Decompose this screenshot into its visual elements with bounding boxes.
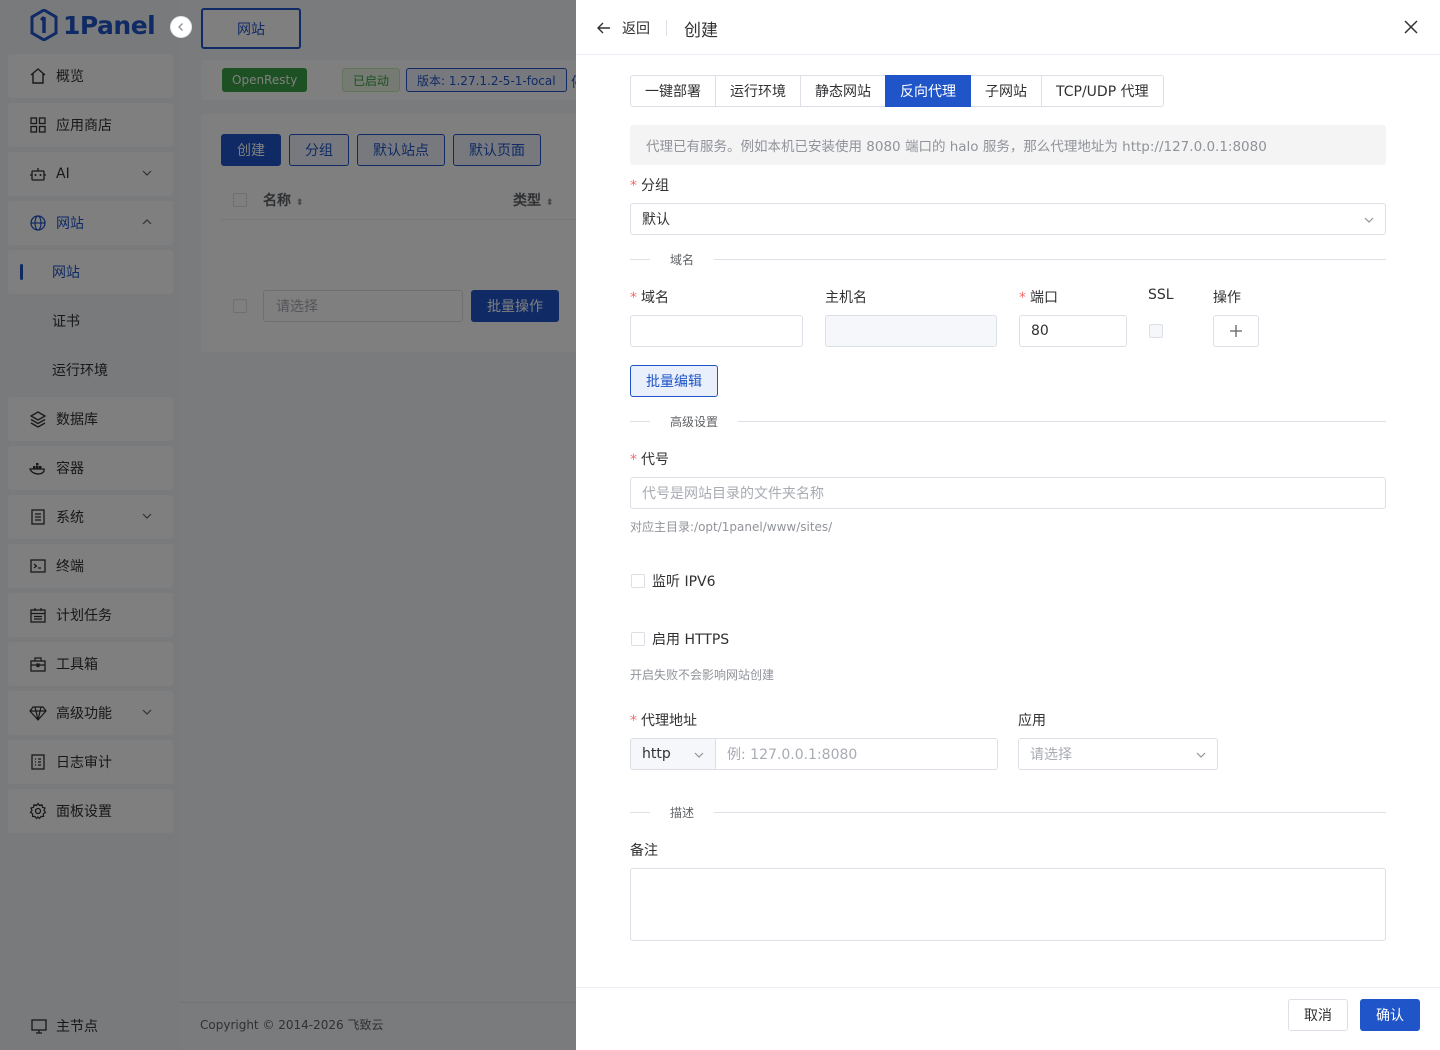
ssl-label: SSL	[1148, 287, 1174, 303]
plus-icon	[1230, 325, 1242, 337]
back-label: 返回	[622, 21, 650, 37]
proxy-info-alert: 代理已有服务。例如本机已安装使用 8080 端口的 halo 服务，那么代理地址…	[630, 125, 1386, 165]
tab-runtime[interactable]: 运行环境	[715, 75, 801, 107]
remark-textarea[interactable]	[630, 868, 1386, 941]
batch-edit-button[interactable]: 批量编辑	[630, 365, 718, 397]
alias-label-text: 代号	[641, 452, 669, 468]
alias-label: * 代号	[630, 452, 669, 468]
alias-help-text: 对应主目录:/opt/1panel/www/sites/	[630, 520, 833, 534]
port-label: * 端口	[1019, 290, 1058, 306]
proxy-scheme-select[interactable]: http	[630, 738, 716, 770]
group-value: 默认	[642, 212, 670, 228]
chevron-left-icon	[178, 23, 183, 31]
close-icon[interactable]	[1402, 18, 1420, 36]
cancel-button[interactable]: 取消	[1288, 999, 1348, 1031]
port-label-text: 端口	[1030, 290, 1058, 306]
domain-divider	[630, 259, 1386, 260]
app-label: 应用	[1018, 713, 1046, 729]
tab-static[interactable]: 静态网站	[800, 75, 886, 107]
drawer-header: 返回 创建	[576, 0, 1440, 55]
app-placeholder: 请选择	[1030, 747, 1072, 763]
proxy-scheme-value: http	[642, 746, 671, 762]
hostname-label: 主机名	[825, 290, 867, 306]
description-section-title: 描述	[650, 804, 715, 821]
header-divider	[666, 20, 667, 36]
arrow-left-icon	[597, 22, 610, 34]
tab-tcp-udp-proxy[interactable]: TCP/UDP 代理	[1041, 75, 1164, 107]
domain-input[interactable]	[630, 315, 803, 347]
proxy-label-text: 代理地址	[641, 713, 697, 729]
operation-label: 操作	[1213, 290, 1241, 306]
description-divider	[630, 812, 1386, 813]
proxy-address-input[interactable]: 例: 127.0.0.1:8080	[715, 738, 998, 770]
domain-label: * 域名	[630, 290, 669, 306]
tab-one-click[interactable]: 一键部署	[630, 75, 716, 107]
site-type-tabs: 一键部署 运行环境 静态网站 反向代理 子网站 TCP/UDP 代理	[630, 75, 1164, 107]
advanced-section-title: 高级设置	[650, 413, 739, 430]
group-label-text: 分组	[641, 178, 669, 194]
ipv6-checkbox[interactable]	[631, 574, 645, 588]
group-select[interactable]: 默认	[630, 203, 1386, 235]
ssl-checkbox	[1149, 324, 1163, 338]
advanced-divider	[630, 421, 1386, 422]
https-checkbox[interactable]	[631, 632, 645, 646]
add-domain-button[interactable]	[1213, 315, 1259, 347]
port-value: 80	[1031, 323, 1049, 339]
back-button[interactable]: 返回	[596, 18, 650, 38]
https-help-text: 开启失败不会影响网站创建	[630, 668, 775, 682]
create-website-drawer: 返回 创建 一键部署 运行环境 静态网站 反向代理 子网站 TCP/UDP 代理…	[576, 0, 1440, 1050]
collapse-sidebar-button[interactable]	[170, 16, 192, 38]
proxy-address-label: * 代理地址	[630, 713, 697, 729]
chevron-down-icon	[1196, 752, 1206, 758]
drawer-title: 创建	[684, 21, 718, 41]
chevron-down-icon	[694, 752, 704, 758]
confirm-button[interactable]: 确认	[1360, 999, 1420, 1031]
remark-label: 备注	[630, 843, 658, 859]
tab-reverse-proxy[interactable]: 反向代理	[885, 75, 971, 107]
hostname-input	[825, 315, 997, 347]
chevron-down-icon	[1364, 217, 1374, 223]
port-input[interactable]: 80	[1019, 315, 1127, 347]
drawer-footer: 取消 确认	[576, 987, 1440, 1050]
alias-input[interactable]: 代号是网站目录的文件夹名称	[630, 477, 1386, 509]
https-label[interactable]: 启用 HTTPS	[652, 629, 729, 649]
group-label: * 分组	[630, 178, 669, 194]
domain-section-title: 域名	[650, 251, 715, 268]
domain-label-text: 域名	[641, 290, 669, 306]
app-select[interactable]: 请选择	[1018, 738, 1218, 770]
tab-subsite[interactable]: 子网站	[970, 75, 1042, 107]
ipv6-label[interactable]: 监听 IPV6	[652, 571, 716, 591]
